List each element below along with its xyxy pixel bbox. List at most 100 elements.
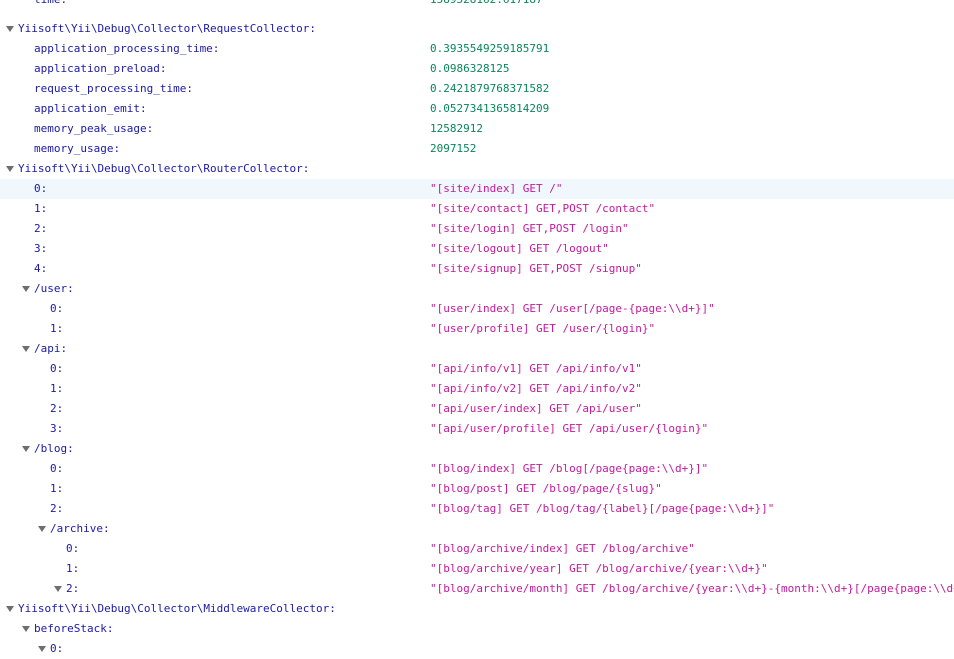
string-value: "[user/profile] GET /user/{login}" — [430, 322, 656, 335]
tree-leaf-row: memory_usage: 2097152 — [0, 139, 954, 159]
tree-leaf-row: time: 1589528162.617187 — [0, 0, 954, 10]
tree-node-row[interactable]: /api: — [0, 339, 954, 359]
triangle-down-icon — [6, 26, 14, 32]
string-value: "[site/contact] GET,POST /contact" — [430, 202, 656, 215]
property-key: beforeStack: — [34, 622, 114, 635]
tree-leaf-row: 3: "[api/user/profile] GET /api/user/{log… — [0, 419, 954, 439]
property-key: 2: — [50, 502, 64, 515]
property-key: 2: — [34, 222, 48, 235]
property-key: memory_usage: — [34, 142, 121, 155]
property-key: application_emit: — [34, 102, 147, 115]
expand-toggle-icon[interactable] — [4, 19, 16, 39]
string-value: "[user/index] GET /user[/page-{page:\\d+… — [430, 302, 715, 315]
tree-node-row[interactable]: Yiisoft\Yii\Debug\Collector\MiddlewareCo… — [0, 599, 954, 619]
tree-leaf-row: 1: "[api/info/v2] GET /api/info/v2" — [0, 379, 954, 399]
string-value: "[api/info/v2] GET /api/info/v2" — [430, 382, 642, 395]
tree-leaf-row: application_preload: 0.0986328125 — [0, 59, 954, 79]
expand-toggle-icon[interactable] — [4, 159, 16, 179]
string-value: "[site/index] GET /" — [430, 182, 563, 195]
tree-node-row[interactable]: Yiisoft\Yii\Debug\Collector\RouterCollec… — [0, 159, 954, 179]
string-value: "[api/info/v1] GET /api/info/v1" — [430, 362, 642, 375]
property-key: 1: — [34, 202, 48, 215]
tree-leaf-row: 2: "[site/login] GET,POST /login" — [0, 219, 954, 239]
string-value: "[api/user/index] GET /api/user" — [430, 402, 642, 415]
expand-toggle-icon[interactable] — [36, 639, 48, 659]
string-value: "[blog/archive/index] GET /blog/archive" — [430, 542, 695, 555]
triangle-down-icon — [6, 166, 14, 172]
tree-leaf-row: 0: "[blog/archive/index] GET /blog/archiv… — [0, 539, 954, 559]
property-key: memory_peak_usage: — [34, 122, 154, 135]
number-value: 2097152 — [430, 142, 477, 155]
property-key: /archive: — [50, 522, 110, 535]
property-key: 0: — [50, 642, 64, 655]
tree-leaf-row: 4: "[site/signup] GET,POST /signup" — [0, 259, 954, 279]
triangle-down-icon — [6, 606, 14, 612]
property-key: 0: — [34, 182, 48, 195]
expand-toggle-icon[interactable] — [36, 519, 48, 539]
triangle-down-icon — [38, 646, 46, 652]
number-value: 12582912 — [430, 122, 483, 135]
tree-leaf-row: 0: "[user/index] GET /user[/page-{page:\\… — [0, 299, 954, 319]
property-key: application_processing_time: — [34, 42, 220, 55]
number-value: 0.0527341365814209 — [430, 102, 550, 115]
property-key: 3: — [34, 242, 48, 255]
property-key: Yiisoft\Yii\Debug\Collector\RequestColle… — [18, 22, 317, 35]
property-key: 0: — [66, 542, 80, 555]
tree-node-row[interactable]: Yiisoft\Yii\Debug\Collector\RequestColle… — [0, 19, 954, 39]
tree-leaf-row: 1: "[blog/archive/year] GET /blog/archive… — [0, 559, 954, 579]
tree-leaf-row: 1: "[site/contact] GET,POST /contact" — [0, 199, 954, 219]
property-key: 0: — [50, 462, 64, 475]
property-key: Yiisoft\Yii\Debug\Collector\RouterCollec… — [18, 162, 310, 175]
tree-node-row[interactable]: 2: "[blog/archive/month] GET /blog/archiv… — [0, 579, 954, 599]
property-key: 2: — [66, 582, 80, 595]
triangle-down-icon — [54, 586, 62, 592]
string-value: "[blog/archive/year] GET /blog/archive/{… — [430, 562, 768, 575]
expand-toggle-icon[interactable] — [20, 619, 32, 639]
property-key: application_preload: — [34, 62, 167, 75]
property-key: 0: — [50, 362, 64, 375]
tree-leaf-row: request_processing_time: 0.24218797683715… — [0, 79, 954, 99]
tree-leaf-row: 0: "[api/info/v1] GET /api/info/v1" — [0, 359, 954, 379]
string-value: "[api/user/profile] GET /api/user/{login… — [430, 422, 709, 435]
property-key: 1: — [50, 482, 64, 495]
property-key: 3: — [50, 422, 64, 435]
tree-node-row[interactable]: /archive: — [0, 519, 954, 539]
property-key: 2: — [50, 402, 64, 415]
string-value: "[site/logout] GET /logout" — [430, 242, 609, 255]
tree-leaf-row: 2: "[api/user/index] GET /api/user" — [0, 399, 954, 419]
tree-leaf-row: 0: "[blog/index] GET /blog[/page{page:\\d… — [0, 459, 954, 479]
property-key: Yiisoft\Yii\Debug\Collector\MiddlewareCo… — [18, 602, 336, 615]
property-key: 0: — [50, 302, 64, 315]
tree-leaf-row: 2: "[blog/tag] GET /blog/tag/{label}[/pag… — [0, 499, 954, 519]
tree-node-row[interactable]: /blog: — [0, 439, 954, 459]
property-key: /blog: — [34, 442, 74, 455]
property-key: 1: — [50, 382, 64, 395]
property-key: 1: — [50, 322, 64, 335]
tree-leaf-row: application_processing_time: 0.3935549259… — [0, 39, 954, 59]
expand-toggle-icon[interactable] — [4, 599, 16, 619]
property-key: 1: — [66, 562, 80, 575]
triangle-down-icon — [22, 346, 30, 352]
json-viewer: time: 1589528162.617187 Yiisoft\Yii\Debug\… — [0, 0, 954, 655]
tree-leaf-row: application_emit: 0.0527341365814209 — [0, 99, 954, 119]
number-value: 0.3935549259185791 — [430, 42, 550, 55]
expand-toggle-icon[interactable] — [20, 279, 32, 299]
expand-toggle-icon[interactable] — [20, 439, 32, 459]
expand-toggle-icon[interactable] — [20, 339, 32, 359]
tree-leaf-row: 3: "[site/logout] GET /logout" — [0, 239, 954, 259]
triangle-down-icon — [22, 446, 30, 452]
property-key: /user: — [34, 282, 74, 295]
property-key: 4: — [34, 262, 48, 275]
expand-toggle-icon[interactable] — [52, 579, 64, 599]
string-value: "[blog/post] GET /blog/page/{slug}" — [430, 482, 662, 495]
tree-node-row[interactable]: /user: — [0, 279, 954, 299]
tree-node-row[interactable]: beforeStack: — [0, 619, 954, 639]
property-key: /api: — [34, 342, 68, 355]
number-value: 0.2421879768371582 — [430, 82, 550, 95]
property-key: time: — [34, 0, 67, 10]
tree-leaf-row: memory_peak_usage: 12582912 — [0, 119, 954, 139]
tree-node-row[interactable]: 0: — [0, 639, 954, 659]
tree-leaf-row: 1: "[user/profile] GET /user/{login}" — [0, 319, 954, 339]
triangle-down-icon — [22, 626, 30, 632]
number-value: 0.0986328125 — [430, 62, 510, 75]
